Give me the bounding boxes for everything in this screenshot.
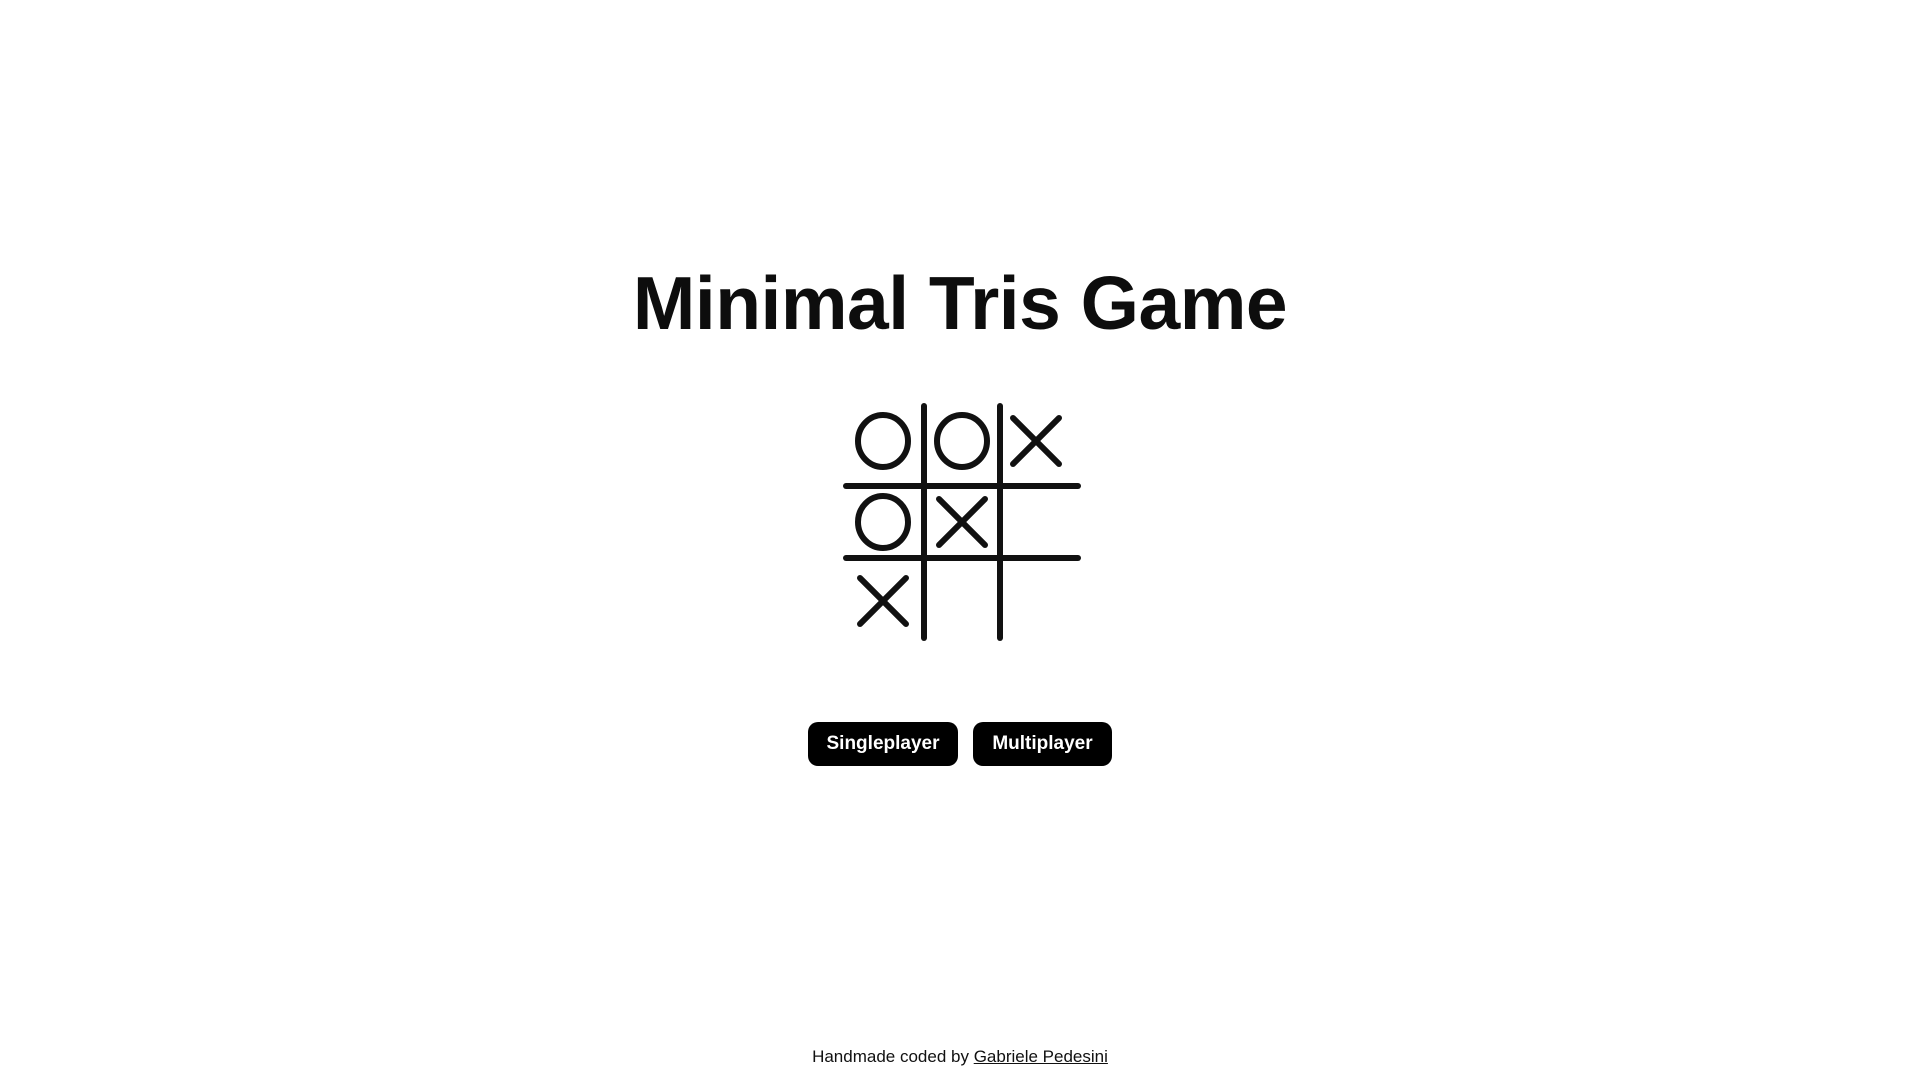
- mode-buttons: Singleplayer Multiplayer: [0, 722, 1920, 766]
- board-illustration: [843, 403, 1081, 641]
- o-mark-icon: [934, 412, 990, 470]
- footer-credit-text: Handmade coded by: [812, 1047, 969, 1066]
- multiplayer-button[interactable]: Multiplayer: [973, 722, 1112, 766]
- main-menu: Minimal Tris Game Singleplayer Multiplay…: [0, 0, 1920, 1080]
- page-title: Minimal Tris Game: [632, 261, 1288, 345]
- x-mark-icon: [1010, 415, 1062, 467]
- tic-tac-toe-board-icon: [838, 398, 1086, 646]
- x-mark-icon: [936, 496, 988, 548]
- footer: Handmade coded by Gabriele Pedesini: [0, 1046, 1920, 1068]
- o-mark-icon: [855, 412, 911, 470]
- author-link[interactable]: Gabriele Pedesini: [974, 1047, 1108, 1066]
- singleplayer-button[interactable]: Singleplayer: [808, 722, 958, 766]
- x-mark-icon: [857, 575, 909, 627]
- o-mark-icon: [855, 493, 911, 551]
